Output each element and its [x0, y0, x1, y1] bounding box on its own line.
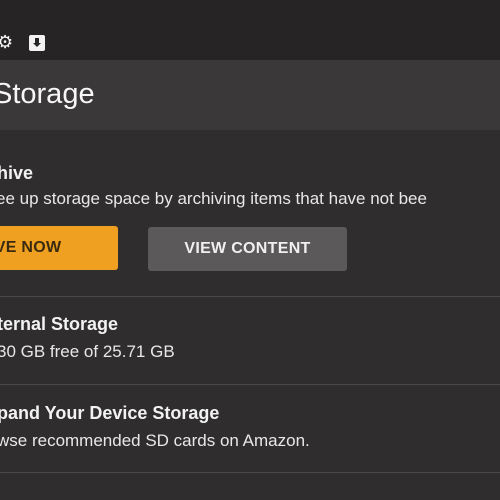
view-content-label: VIEW CONTENT: [184, 240, 311, 257]
internal-storage-title[interactable]: ternal Storage: [0, 314, 118, 335]
archive-now-button[interactable]: IVE NOW: [0, 226, 118, 270]
archive-now-label: IVE NOW: [0, 239, 62, 256]
divider: [0, 384, 500, 385]
archive-description: ee up storage space by archiving items t…: [0, 189, 427, 208]
expand-storage-title[interactable]: pand Your Device Storage: [0, 403, 219, 424]
expand-storage-description: wse recommended SD cards on Amazon.: [0, 431, 310, 450]
divider: [0, 472, 500, 473]
gear-icon: ⚙: [0, 32, 14, 52]
internal-storage-value: 30 GB free of 25.71 GB: [0, 342, 175, 361]
archive-title: hive: [0, 163, 34, 183]
divider: [0, 296, 500, 297]
storage-screen: ⚙ Storage hive ee up storage space by ar…: [0, 0, 500, 500]
view-content-button[interactable]: VIEW CONTENT: [148, 227, 347, 271]
download-icon: [29, 35, 45, 51]
page-title: Storage: [0, 78, 95, 110]
status-bar: ⚙: [0, 0, 500, 60]
